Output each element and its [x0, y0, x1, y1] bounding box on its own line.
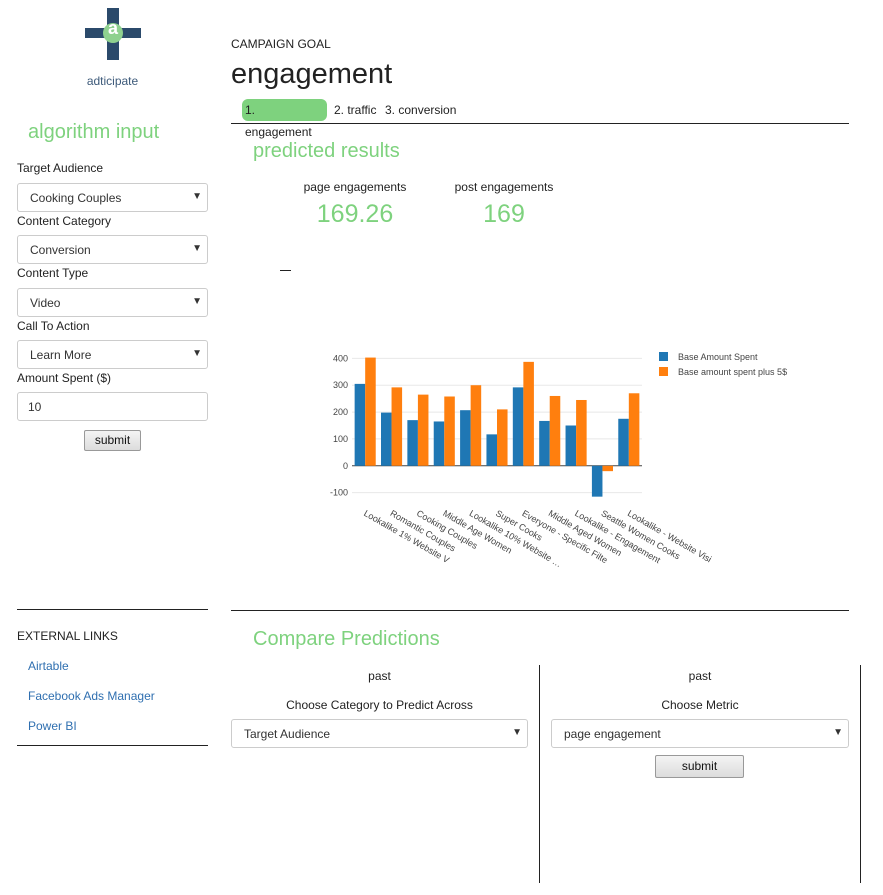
sidebar-submit-button[interactable]: submit	[84, 430, 141, 451]
call-to-action-value: Learn More	[30, 348, 92, 362]
call-to-action-label: Call To Action	[17, 319, 90, 333]
amount-spent-value: 10	[28, 400, 42, 414]
legend-label: Base amount spent plus 5$	[678, 367, 787, 377]
compare-predictions-title: Compare Predictions	[253, 628, 440, 650]
content-type-value: Video	[30, 296, 61, 310]
compare-right-past: past	[688, 669, 712, 683]
metric-value: page engagement	[564, 727, 661, 741]
bar	[539, 420, 550, 466]
amount-spent-input[interactable]: 10	[17, 392, 208, 421]
bar	[497, 409, 508, 466]
legend-swatch	[659, 352, 668, 361]
tab-traffic[interactable]: 2. traffic	[334, 99, 376, 121]
compare-right-prompt: Choose Metric	[661, 698, 739, 712]
content-type-select[interactable]: Video ▼	[17, 288, 208, 317]
compare-left-past: past	[368, 669, 391, 683]
target-audience-select[interactable]: Cooking Couples ▼	[17, 183, 208, 212]
bar	[407, 420, 418, 466]
sidebar-bottom-divider	[17, 609, 208, 610]
campaign-goal-heading: CAMPAIGN GOAL	[231, 37, 331, 51]
content-category-select[interactable]: Conversion ▼	[17, 235, 208, 264]
bar	[591, 465, 603, 497]
chevron-down-icon: ▼	[833, 727, 843, 738]
predict-category-select[interactable]: Target Audience ▼	[231, 719, 528, 748]
bar	[512, 387, 524, 466]
bar	[391, 387, 403, 466]
bar	[365, 357, 376, 466]
chevron-down-icon: ▼	[512, 727, 522, 738]
airtable-link[interactable]: Airtable	[28, 659, 69, 673]
content-category-value: Conversion	[30, 243, 91, 257]
bar	[618, 418, 629, 466]
bar	[576, 399, 587, 466]
legend-swatch	[659, 367, 668, 376]
brand-name: adticipate	[86, 74, 139, 88]
post-engagements-label: post engagements	[454, 180, 554, 194]
header-divider	[231, 123, 849, 124]
content-category-label: Content Category	[17, 214, 112, 228]
y-tick-label: 300	[333, 380, 348, 390]
bar	[549, 395, 561, 466]
chevron-down-icon: ▼	[192, 191, 202, 202]
bar	[470, 385, 482, 466]
links-divider	[17, 745, 208, 746]
bar	[417, 394, 429, 466]
amount-spent-label: Amount Spent ($)	[17, 371, 112, 385]
page-engagements-value: 169.26	[316, 200, 394, 228]
chevron-down-icon: ▼	[192, 348, 202, 359]
bar	[602, 465, 613, 472]
predict-category-value: Target Audience	[244, 727, 331, 741]
bar	[523, 361, 534, 466]
y-tick-label: 0	[343, 461, 348, 471]
bar	[354, 383, 366, 466]
y-tick-label: 400	[333, 353, 348, 363]
bar	[486, 434, 497, 466]
post-engagements-value: 169	[483, 200, 525, 228]
page-engagements-label: page engagements	[303, 180, 407, 194]
y-tick-label: 200	[333, 407, 348, 417]
bar	[460, 410, 471, 466]
brand-logo: a	[85, 8, 141, 60]
bar	[433, 421, 445, 466]
y-tick-label: -100	[330, 488, 348, 498]
prediction-bar-chart: -1000100200300400 Lookalike 1% Website V…	[330, 352, 787, 569]
bar	[381, 412, 392, 466]
compare-submit-button[interactable]: submit	[655, 755, 744, 778]
target-audience-value: Cooking Couples	[30, 191, 122, 205]
external-links-heading: EXTERNAL LINKS	[17, 629, 118, 643]
bar	[628, 393, 640, 466]
chevron-down-icon: ▼	[192, 243, 202, 254]
compare-left-prompt: Choose Category to Predict Across	[286, 698, 473, 712]
compare-column-divider-right	[860, 665, 861, 883]
facebook-ads-manager-link[interactable]: Facebook Ads Manager	[28, 689, 155, 703]
main-bottom-divider	[231, 610, 849, 611]
compare-column-divider-left	[539, 665, 540, 883]
legend-label: Base Amount Spent	[678, 352, 758, 362]
campaign-goal-value: engagement	[231, 58, 393, 90]
tab-engagement[interactable]: 1. engagement	[242, 99, 327, 139]
bar	[565, 425, 577, 466]
predicted-results-title: predicted results	[253, 140, 400, 162]
sidebar-title: algorithm input	[28, 121, 160, 143]
y-tick-label: 100	[333, 434, 348, 444]
bar	[444, 396, 455, 466]
chevron-down-icon: ▼	[192, 296, 202, 307]
target-audience-label: Target Audience	[17, 161, 104, 175]
tab-conversion[interactable]: 3. conversion	[385, 99, 456, 121]
metric-select[interactable]: page engagement ▼	[551, 719, 849, 748]
small-dash	[280, 270, 291, 271]
content-type-label: Content Type	[17, 266, 89, 280]
call-to-action-select[interactable]: Learn More ▼	[17, 340, 208, 369]
logo-letter: a	[107, 18, 118, 38]
power-bi-link[interactable]: Power BI	[28, 719, 77, 733]
